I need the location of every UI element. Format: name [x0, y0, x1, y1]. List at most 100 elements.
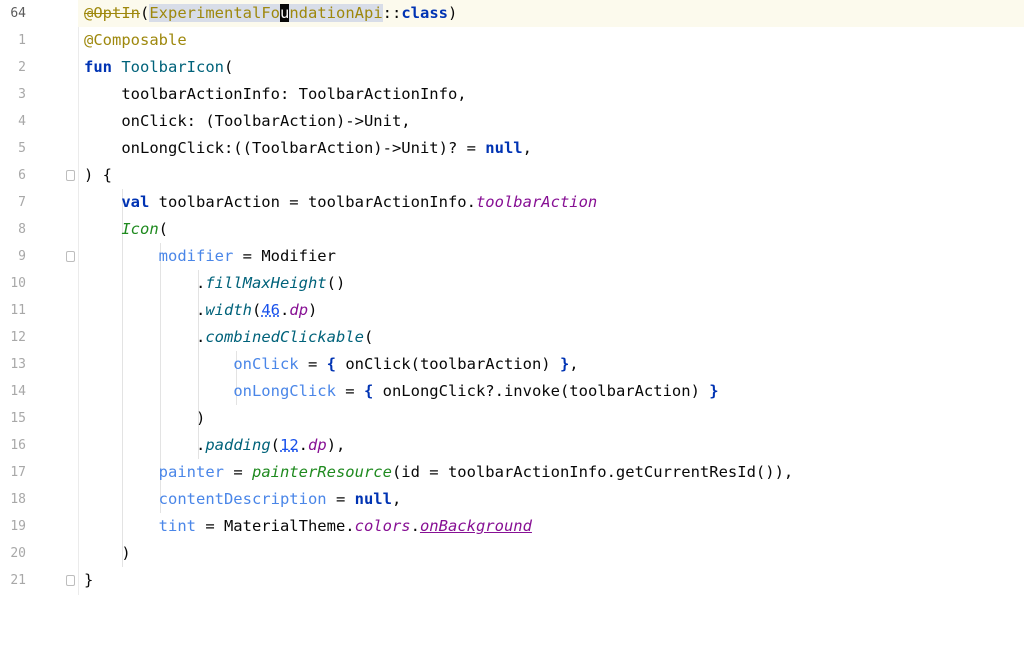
lambda-brace-token: }	[559, 355, 570, 373]
code-token: (	[158, 220, 168, 238]
code-line[interactable]: tint = MaterialTheme.colors.onBackground	[78, 513, 1024, 540]
code-line[interactable]: fun ToolbarIcon(	[78, 54, 1024, 81]
keyword-token: fun	[84, 58, 112, 76]
line-number: 12	[10, 330, 26, 345]
code-token: .	[280, 301, 290, 319]
code-line[interactable]: .padding(12.dp),	[78, 432, 1024, 459]
code-line[interactable]: .fillMaxHeight()	[78, 270, 1024, 297]
code-token: =	[223, 463, 252, 481]
code-line[interactable]: onClick: (ToolbarAction)->Unit,	[78, 108, 1024, 135]
line-number: 16	[10, 438, 26, 453]
code-line[interactable]: @OptIn(ExperimentalFoundationApi::class)	[78, 0, 1024, 27]
composable-call-token: painterResource	[251, 463, 392, 481]
named-argument-token: contentDescription	[158, 490, 327, 508]
line-number: 8	[18, 222, 26, 237]
code-token: (	[224, 58, 234, 76]
code-editor[interactable]: 64 1 2 3 4 5 6 7 8 9 10 11 12 13 14 15 1…	[0, 0, 1024, 595]
code-line[interactable]: onLongClick:((ToolbarAction)->Unit)? = n…	[78, 135, 1024, 162]
code-token: Modifier	[261, 247, 336, 265]
highlighted-token: ExperimentalFo	[149, 4, 280, 22]
code-token: toolbarAction = toolbarActionInfo.	[149, 193, 476, 211]
code-token: (	[140, 4, 150, 22]
line-number: 13	[10, 357, 26, 372]
code-line[interactable]: painter = painterResource(id = toolbarAc…	[78, 459, 1024, 486]
line-number: 14	[10, 384, 26, 399]
fold-toggle-icon[interactable]	[66, 251, 75, 262]
code-line[interactable]: @Composable	[78, 27, 1024, 54]
line-number: 21	[10, 573, 26, 588]
code-token: )	[448, 4, 458, 22]
code-line[interactable]: onClick = { onClick(toolbarAction) },	[78, 351, 1024, 378]
line-number: 7	[18, 195, 26, 210]
number-literal-token: 46	[261, 301, 281, 319]
annotation-token: @OptIn	[84, 4, 140, 22]
line-number: 20	[10, 546, 26, 561]
code-token: .	[410, 517, 420, 535]
named-argument-token: modifier	[158, 247, 234, 265]
code-token: }	[84, 571, 94, 589]
fold-toggle-icon[interactable]	[66, 170, 75, 181]
annotation-token: @Composable	[84, 31, 187, 49]
code-line[interactable]: val toolbarAction = toolbarActionInfo.to…	[78, 189, 1024, 216]
property-token: dp	[289, 301, 309, 319]
code-token: =	[233, 247, 262, 265]
keyword-token: val	[121, 193, 150, 211]
function-call-token: width	[205, 301, 252, 319]
line-number: 3	[18, 87, 26, 102]
code-token: (	[252, 301, 262, 319]
code-area[interactable]: @OptIn(ExperimentalFoundationApi::class)…	[78, 0, 1024, 595]
code-token: ,	[569, 355, 579, 373]
named-argument-token: onClick	[233, 355, 299, 373]
line-number-gutter: 64 1 2 3 4 5 6 7 8 9 10 11 12 13 14 15 1…	[0, 0, 79, 595]
code-token: (id = toolbarActionInfo.getCurrentResId(…	[391, 463, 794, 481]
code-line[interactable]: .width(46.dp)	[78, 297, 1024, 324]
line-number: 11	[10, 303, 26, 318]
code-token: onLongClick?.invoke(toolbarAction)	[373, 382, 710, 400]
code-token: ),	[326, 436, 346, 454]
code-token: onLongClick:((ToolbarAction)->Unit)? =	[84, 139, 486, 157]
code-line[interactable]: contentDescription = null,	[78, 486, 1024, 513]
property-token: colors	[354, 517, 411, 535]
named-argument-token: painter	[158, 463, 224, 481]
code-token: =	[335, 382, 364, 400]
named-argument-token: tint	[158, 517, 196, 535]
text-cursor: u	[280, 4, 290, 22]
code-token: toolbarActionInfo: ToolbarActionInfo,	[84, 85, 467, 103]
code-token: (	[270, 436, 280, 454]
named-argument-token: onLongClick	[233, 382, 336, 400]
line-number: 6	[18, 168, 26, 183]
code-line[interactable]: onLongClick = { onLongClick?.invoke(tool…	[78, 378, 1024, 405]
code-token: ::	[382, 4, 402, 22]
code-line[interactable]: Icon(	[78, 216, 1024, 243]
fold-toggle-icon[interactable]	[66, 575, 75, 586]
code-line[interactable]: }	[78, 567, 1024, 594]
function-name-token: ToolbarIcon	[121, 58, 224, 76]
code-token: (	[363, 328, 374, 346]
code-line[interactable]: modifier = Modifier	[78, 243, 1024, 270]
code-line[interactable]: )	[78, 405, 1024, 432]
code-token: )	[84, 544, 131, 562]
code-token: .	[84, 274, 206, 292]
code-line[interactable]: )	[78, 540, 1024, 567]
lambda-brace-token: {	[326, 355, 336, 373]
code-token: ) {	[84, 166, 112, 184]
line-number: 64	[10, 6, 26, 21]
code-line[interactable]: .combinedClickable(	[78, 324, 1024, 351]
code-line[interactable]: toolbarActionInfo: ToolbarActionInfo,	[78, 81, 1024, 108]
line-number: 5	[18, 141, 26, 156]
code-token: ()	[326, 274, 346, 292]
property-token: dp	[308, 436, 327, 454]
property-token: toolbarAction	[475, 193, 598, 211]
code-token: onClick: (ToolbarAction)->Unit,	[84, 112, 411, 130]
code-line[interactable]: ) {	[78, 162, 1024, 189]
line-number: 1	[18, 33, 26, 48]
code-token: onClick(toolbarAction)	[335, 355, 560, 373]
line-number: 2	[18, 60, 26, 75]
